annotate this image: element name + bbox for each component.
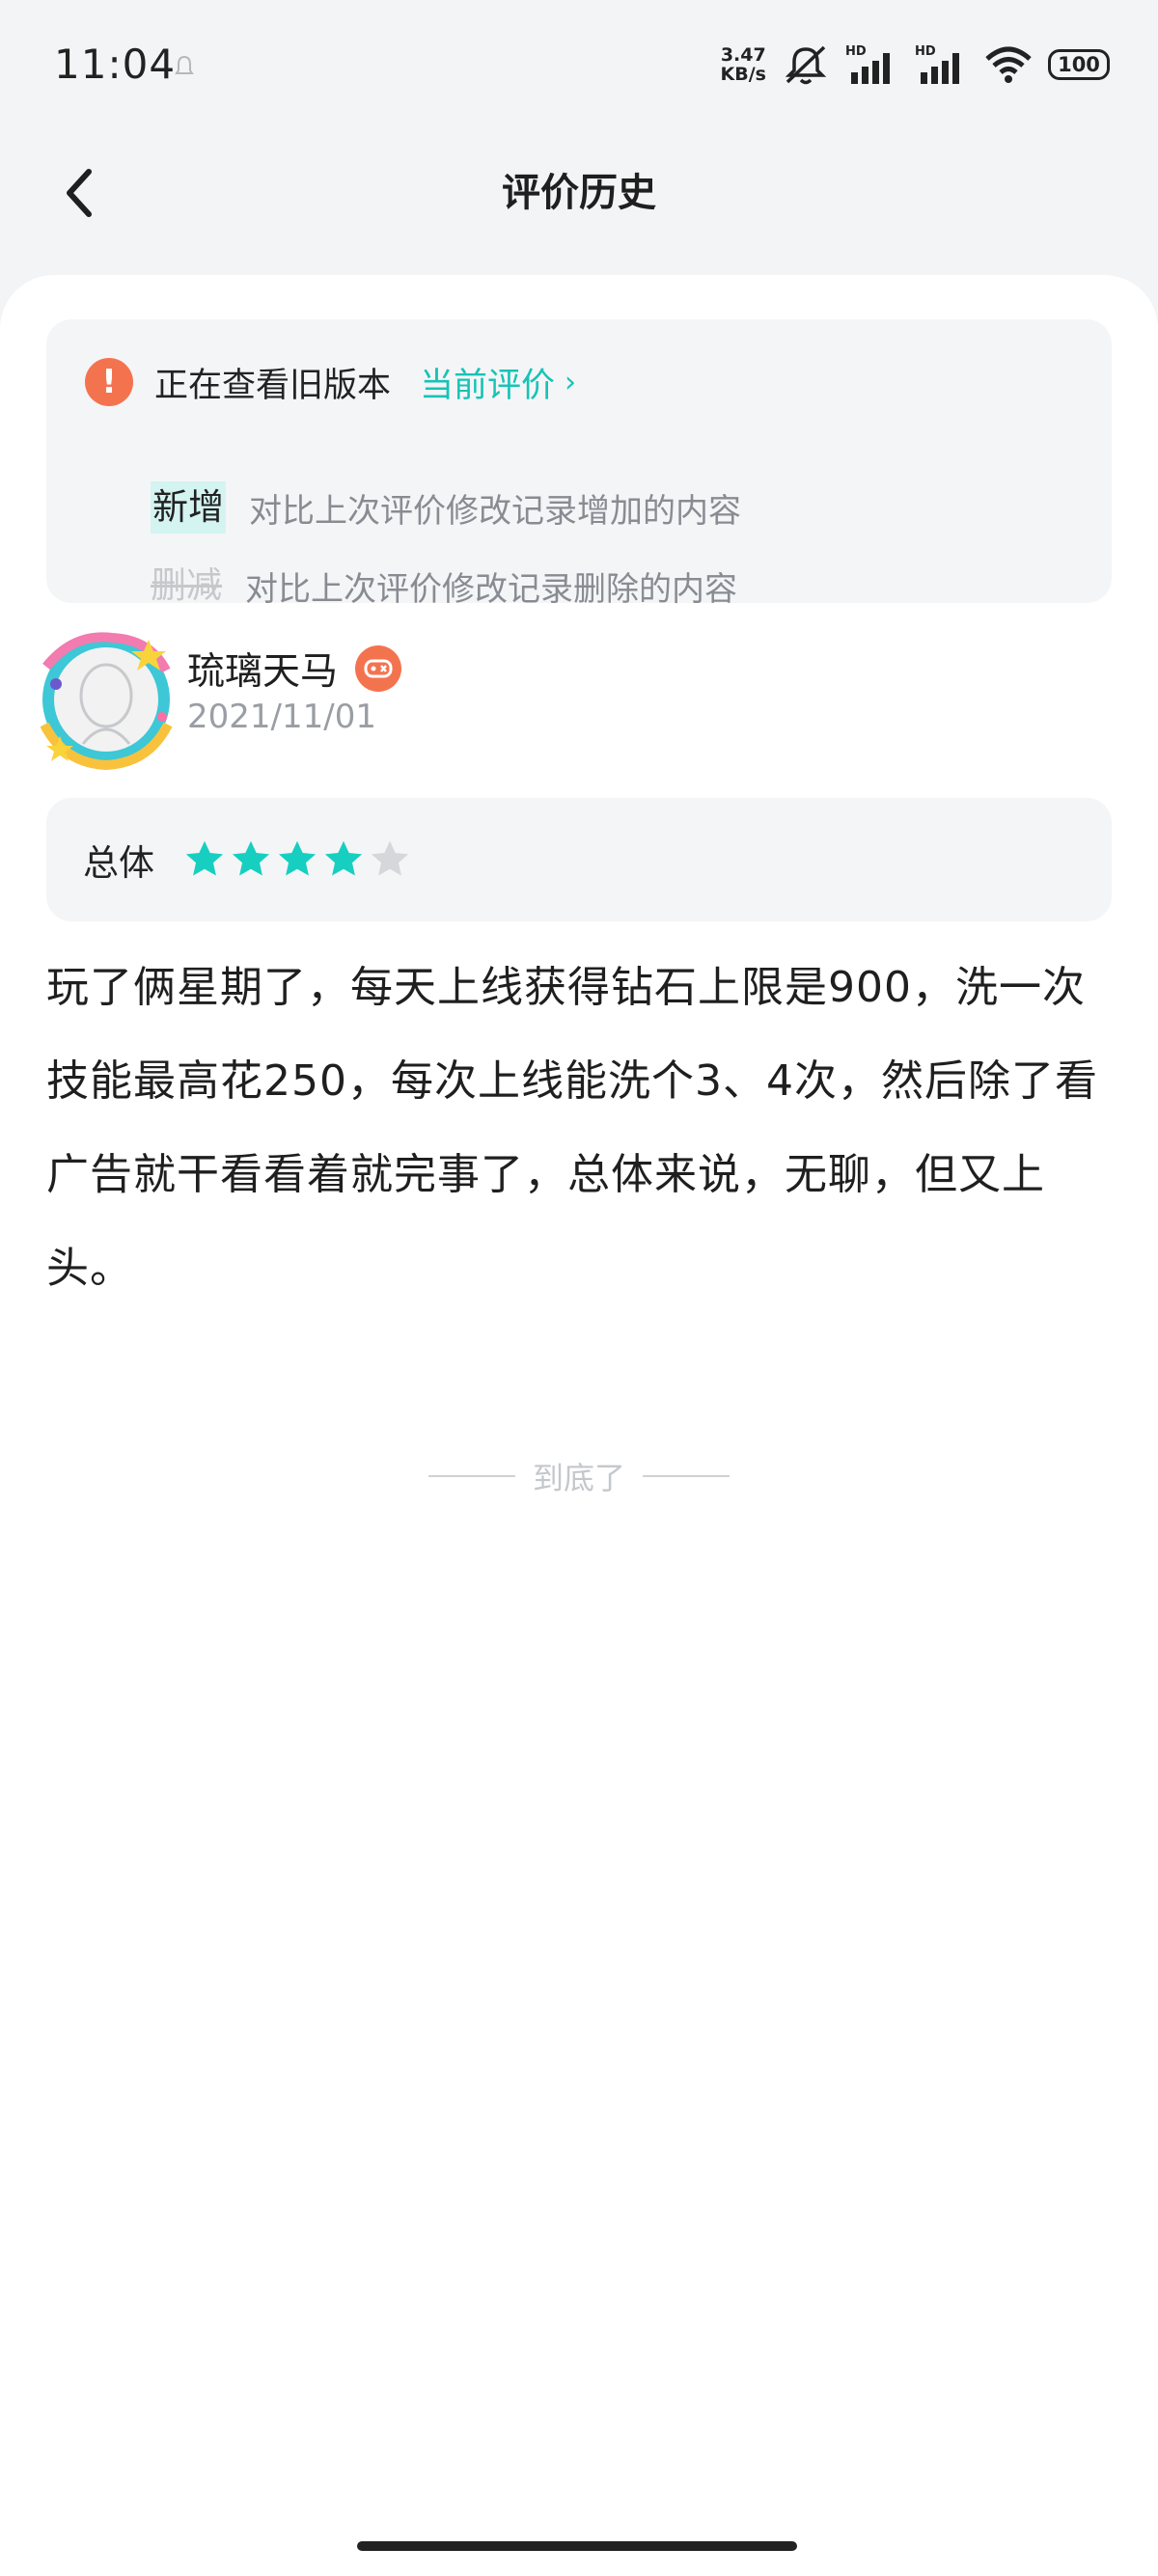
end-of-list: 到底了 (0, 1454, 1158, 1498)
star-filled-icon (324, 840, 363, 876)
svg-text:HD: HD (915, 44, 936, 59)
chevron-right-icon: › (565, 365, 577, 399)
legend-added: 新增 对比上次评价修改记录增加的内容 (151, 481, 741, 534)
avatar[interactable] (35, 628, 178, 771)
header: 评价历史 (0, 135, 1158, 251)
signal-hd-icon: HD (915, 44, 959, 84)
reviewer-info: 琉璃天马 2021/11/01 (35, 628, 1096, 782)
status-icons: 3.47 KB/s HD HD 100 (721, 42, 1110, 87)
current-review-link-label: 当前评价 (420, 366, 556, 405)
notice-header: ! 正在查看旧版本 当前评价 › (85, 358, 576, 406)
wifi-icon (985, 46, 1032, 83)
added-description: 对比上次评价修改记录增加的内容 (249, 491, 741, 531)
review-body: 玩了俩星期了，每天上线获得钻石上限是900，洗一次技能最高花250，每次上线能洗… (46, 963, 1098, 1293)
removed-description: 对比上次评价修改记录删除的内容 (245, 569, 737, 609)
old-version-notice: ! 正在查看旧版本 当前评价 › 新增 对比上次评价修改记录增加的内容 删减 对… (46, 319, 1112, 609)
star-filled-icon (232, 840, 270, 876)
status-bar: 11:04 3.47 KB/s HD HD 100 (0, 0, 1158, 135)
page-title: 评价历史 (502, 171, 656, 215)
mute-icon (785, 45, 827, 85)
net-speed-value: 3.47 (720, 44, 766, 66)
game-controller-badge-icon (355, 645, 402, 692)
battery-icon: 100 (1048, 49, 1110, 80)
removed-tag: 删减 (151, 564, 222, 606)
review-history-card: ! 正在查看旧版本 当前评价 › 新增 对比上次评价修改记录增加的内容 删减 对… (0, 275, 1158, 2576)
username-text: 琉璃天马 (187, 650, 339, 694)
notification-bell-icon (175, 55, 194, 74)
signal-hd-icon: HD (845, 44, 890, 84)
username[interactable]: 琉璃天马 (187, 642, 402, 696)
net-speed-unit: KB/s (720, 64, 766, 85)
current-review-link[interactable]: 当前评价 › (420, 358, 576, 407)
rating-label: 总体 (83, 842, 154, 884)
divider (427, 1475, 515, 1477)
legend-removed: 删减 对比上次评价修改记录删除的内容 (151, 560, 737, 612)
net-speed: 3.47 KB/s (721, 45, 766, 84)
divider (643, 1475, 730, 1477)
star-filled-icon (185, 840, 224, 876)
home-indicator[interactable] (357, 2541, 797, 2551)
svg-text:HD: HD (845, 44, 867, 59)
added-tag: 新增 (151, 481, 226, 534)
star-empty-icon (371, 840, 409, 876)
warning-icon: ! (85, 358, 133, 406)
status-time: 11:04 (54, 41, 177, 88)
star-rating (183, 838, 415, 881)
star-filled-icon (278, 840, 317, 876)
end-of-list-text: 到底了 (532, 1460, 625, 1496)
screen: 11:04 3.47 KB/s HD HD 100 评价历史 ! 正在查看旧版本… (0, 0, 1158, 2576)
rating-box: 总体 (46, 798, 1112, 921)
review-date: 2021/11/01 (187, 698, 376, 736)
notice-text: 正在查看旧版本 (154, 366, 392, 405)
